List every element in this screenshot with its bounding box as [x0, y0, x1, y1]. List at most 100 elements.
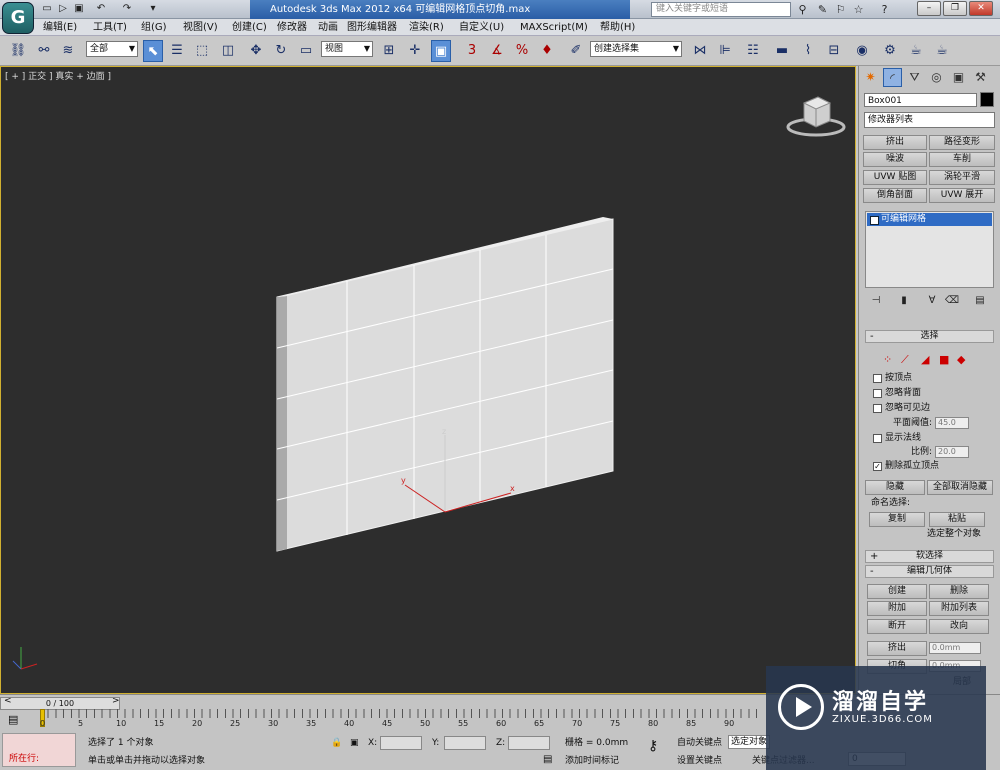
menu-modifiers[interactable]: 修改器 [277, 20, 307, 35]
object-name-field[interactable]: Box001 [864, 93, 977, 107]
selection-filter-dropdown[interactable]: 全部 [86, 41, 138, 57]
menu-group[interactable]: 组(G) [141, 20, 167, 35]
menu-create[interactable]: 创建(C) [232, 20, 267, 35]
time-slider-right-arrow[interactable]: > [112, 696, 120, 706]
modifier-button-turbosmooth[interactable]: 涡轮平滑 [929, 170, 995, 185]
menu-tools[interactable]: 工具(T) [93, 20, 127, 35]
lock-selection-icon[interactable]: 🔒 [331, 736, 342, 750]
show-end-result-icon[interactable]: ▮ [895, 294, 913, 308]
face-mode-icon[interactable]: ◢ [921, 353, 929, 366]
menu-views[interactable]: 视图(V) [183, 20, 218, 35]
modifier-stack[interactable]: 可编辑网格 [865, 211, 994, 288]
edge-mode-icon[interactable]: ⟋ [901, 353, 909, 367]
vertex-mode-icon[interactable]: ⁘ [883, 353, 892, 366]
attach-list-button[interactable]: 附加列表 [929, 601, 989, 616]
new-file-icon[interactable]: ▭ [40, 2, 54, 16]
display-tab-icon[interactable]: ▣ [949, 68, 968, 87]
menu-graph-editors[interactable]: 图形编辑器 [347, 20, 397, 35]
percent-snap-icon[interactable]: % [512, 40, 532, 62]
mirror-icon[interactable]: ⋈ [690, 40, 710, 62]
turn-button[interactable]: 改向 [929, 619, 989, 634]
utilities-tab-icon[interactable]: ⚒ [971, 68, 990, 87]
auto-key-button[interactable]: 自动关键点 [677, 736, 722, 750]
align-icon[interactable]: ⊫ [715, 40, 735, 62]
tools-icon[interactable]: ✎ [815, 2, 830, 17]
ignore-visible-edges-checkbox[interactable] [873, 404, 882, 413]
x-coordinate-field[interactable] [380, 736, 422, 750]
modifier-button-noise[interactable]: 噪波 [863, 152, 927, 167]
menu-rendering[interactable]: 渲染(R) [409, 20, 444, 35]
menu-edit[interactable]: 编辑(E) [43, 20, 77, 35]
delete-button[interactable]: 删除 [929, 584, 989, 599]
planar-thresh-spinner[interactable]: 45.0 [935, 417, 969, 429]
rollout-selection-header[interactable]: - 选择 [865, 330, 994, 343]
attach-button[interactable]: 附加 [867, 601, 927, 616]
viewcube-icon[interactable] [786, 91, 846, 137]
remove-modifier-icon[interactable]: ⌫ [943, 294, 961, 308]
modifier-button-bevel-profile[interactable]: 倒角剖面 [863, 188, 927, 203]
copy-button[interactable]: 复制 [869, 512, 925, 527]
rollout-soft-selection-header[interactable]: + 软选择 [865, 550, 994, 563]
modifier-button-unwrap-uvw[interactable]: UVW 展开 [929, 188, 995, 203]
restore-button[interactable]: ❐ [943, 1, 967, 16]
perspective-viewport[interactable]: [ + ] 正交 ] 真实 + 边面 ] z x y [0, 66, 856, 694]
link-icon[interactable]: ⛓ [8, 40, 28, 62]
show-normals-checkbox[interactable] [873, 434, 882, 443]
create-tab-icon[interactable]: ✷ [861, 68, 880, 87]
selected-dropdown[interactable]: 选定对象 [728, 735, 770, 749]
maxscript-listener[interactable]: 所在行: [2, 733, 76, 767]
break-button[interactable]: 断开 [867, 619, 927, 634]
hierarchy-tab-icon[interactable]: ⛛ [905, 68, 924, 87]
undo-icon[interactable]: ↶ [94, 2, 108, 16]
modify-tab-icon[interactable]: ◜ [883, 68, 902, 87]
spinner-snap-icon[interactable]: ♦ [537, 40, 557, 62]
time-slider-left-arrow[interactable]: < [4, 696, 12, 706]
edit-named-selection-icon[interactable]: ✐ [566, 40, 586, 62]
by-vertex-checkbox[interactable] [873, 374, 882, 383]
favorites-icon[interactable]: ☆ [851, 2, 866, 17]
modifier-list-dropdown[interactable]: 修改器列表 [864, 112, 995, 128]
hide-button[interactable]: 隐藏 [865, 480, 925, 495]
z-coordinate-field[interactable] [508, 736, 550, 750]
rollout-edit-geometry-header[interactable]: - 编辑几何体 [865, 565, 994, 578]
rendered-frame-window-icon[interactable]: ☕ [906, 40, 926, 62]
app-logo-icon[interactable]: G [2, 2, 34, 34]
curve-editor-icon[interactable]: ⌇ [798, 40, 818, 62]
polygon-mode-icon[interactable]: ■ [939, 353, 949, 366]
motion-tab-icon[interactable]: ◎ [927, 68, 946, 87]
close-button[interactable]: ✕ [969, 1, 993, 16]
modifier-button-path-deform[interactable]: 路径变形 [929, 135, 995, 150]
element-mode-icon[interactable]: ◆ [957, 353, 965, 366]
rotate-icon[interactable]: ↻ [271, 40, 291, 62]
menu-help[interactable]: 帮助(H) [600, 20, 635, 35]
snaps-toggle-icon[interactable]: 3 [462, 40, 482, 62]
schematic-view-icon[interactable]: ⊟ [824, 40, 844, 62]
time-tag-icon[interactable]: ▤ [543, 753, 552, 767]
menu-animation[interactable]: 动画 [318, 20, 338, 35]
scale-spinner[interactable]: 20.0 [935, 446, 969, 458]
layer-manager-icon[interactable]: ☷ [743, 40, 763, 62]
menu-maxscript[interactable]: MAXScript(M) [520, 20, 588, 35]
create-button[interactable]: 创建 [867, 584, 927, 599]
scale-icon[interactable]: ▭ [296, 40, 316, 62]
make-unique-icon[interactable]: ∀ [923, 294, 941, 308]
viewport-scene[interactable]: z x y [1, 67, 856, 694]
binoculars-icon[interactable]: ⚲ [795, 2, 810, 17]
save-file-icon[interactable]: ▣ [72, 2, 86, 16]
unhide-all-button[interactable]: 全部取消隐藏 [927, 480, 993, 495]
search-input[interactable]: 键入关键字或短语 [651, 2, 791, 17]
help-icon[interactable]: ? [877, 2, 892, 17]
move-icon[interactable]: ✥ [246, 40, 266, 62]
angle-snap-icon[interactable]: ∡ [487, 40, 507, 62]
graphite-tools-icon[interactable]: ▬ [772, 40, 792, 62]
reference-coordinate-dropdown[interactable]: 视图 [321, 41, 373, 57]
paste-button[interactable]: 粘贴 [929, 512, 985, 527]
object-color-swatch[interactable] [980, 92, 994, 107]
modifier-button-uvw-map[interactable]: UVW 贴图 [863, 170, 927, 185]
extrude-spinner[interactable]: 0.0mm [929, 642, 981, 654]
track-bar[interactable]: 0 5 10 15 20 25 30 35 40 45 50 55 60 65 … [40, 709, 760, 731]
mini-curve-editor-icon[interactable]: ▤ [8, 713, 18, 726]
pivot-center-icon[interactable]: ⊞ [379, 40, 399, 62]
add-time-tag[interactable]: 添加时间标记 [565, 754, 619, 768]
select-by-name-icon[interactable]: ☰ [167, 40, 187, 62]
